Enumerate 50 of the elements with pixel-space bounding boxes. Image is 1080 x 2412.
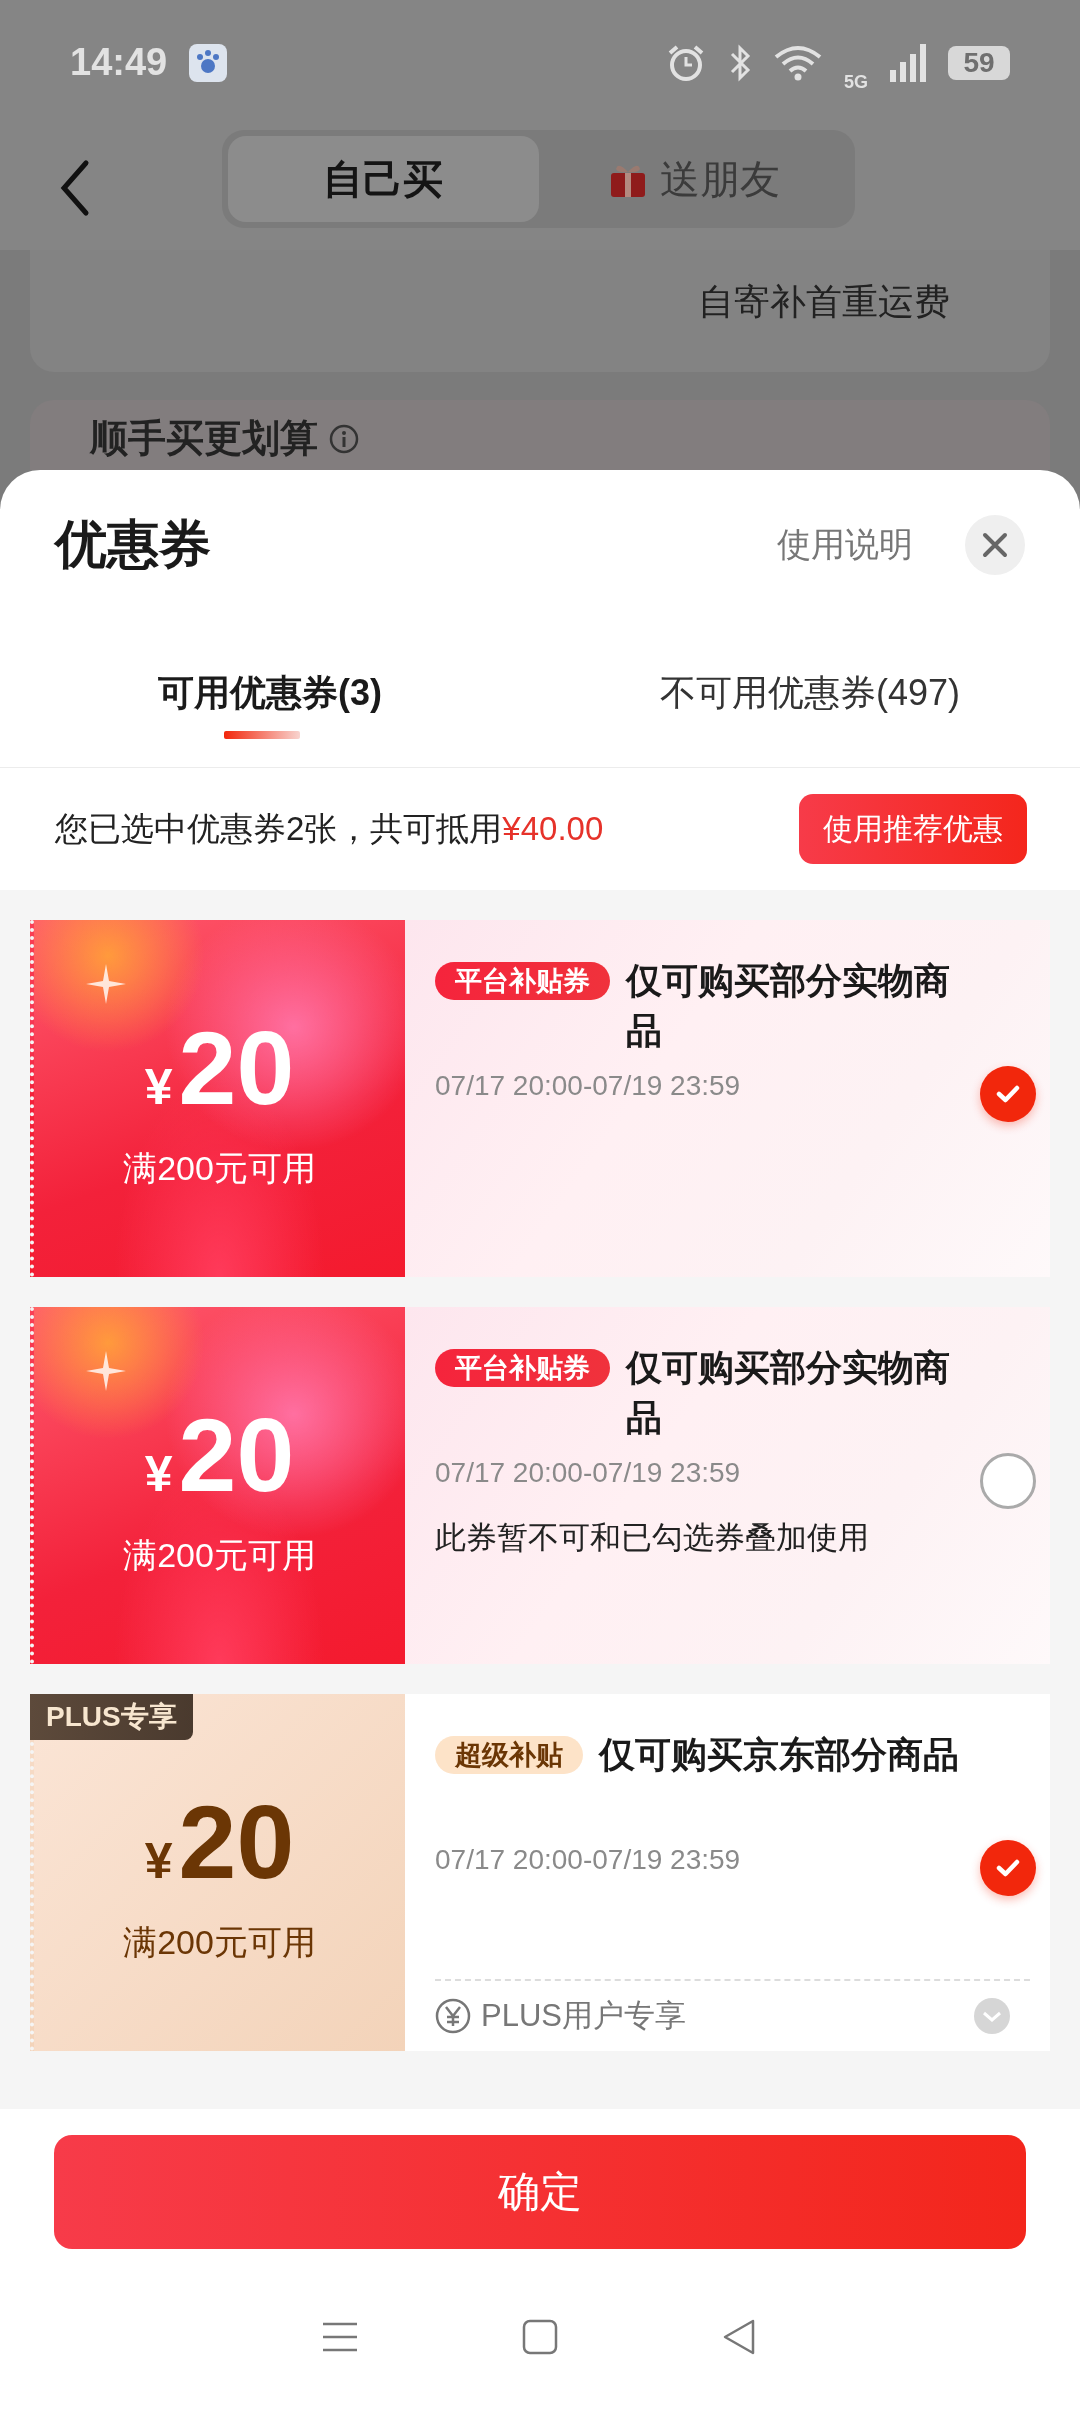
checked-circle[interactable] [979, 1066, 1036, 1122]
coupon-title: 仅可购买部分实物商品 [626, 1346, 951, 1440]
coupon-footer-text: PLUS用户专享 [481, 1997, 686, 2035]
coupon-condition: 满200元可用 [123, 1534, 316, 1576]
network-label: 5G [844, 72, 868, 93]
checked-circle[interactable] [979, 1840, 1036, 1896]
status-time: 14:49 [70, 41, 168, 84]
wifi-icon [774, 44, 822, 81]
coupon-validity: 07/17 20:00-07/19 23:59 [435, 1070, 742, 1102]
usage-help-link[interactable]: 使用说明 [777, 522, 913, 568]
sparkle-icon [86, 1351, 126, 1391]
bluetooth-icon [728, 43, 752, 82]
paw-app-icon [189, 43, 228, 82]
info-icon[interactable] [328, 422, 360, 455]
coupon-validity: 07/17 20:00-07/19 23:59 [435, 1844, 742, 1876]
coupon-condition: 满200元可用 [123, 1147, 316, 1189]
selection-summary: 您已选中优惠券2张，共可抵用¥40.00 [55, 808, 604, 849]
coupon-title: 仅可购买京东部分商品 [599, 1733, 960, 1777]
coupon-validity: 07/17 20:00-07/19 23:59 [435, 1457, 742, 1489]
battery-indicator: 59 [948, 45, 1010, 80]
coupon-note: 此券暂不可和已勾选券叠加使用 [435, 1519, 870, 1557]
coupon-info-panel[interactable]: 平台补贴券 仅可购买部分实物商品 07/17 20:00-07/19 23:59 [405, 920, 1050, 1277]
close-icon [982, 532, 1008, 558]
coupon-info-panel[interactable]: 超级补贴 仅可购买京东部分商品 07/17 20:00-07/19 23:59 PLUS用户专享 [405, 1694, 1050, 2051]
coupon-tag: 超级补贴 [435, 1736, 583, 1774]
bundle-title: 顺手买更划算 [90, 416, 318, 461]
coupon-tab[interactable]: 可用优惠券(3) [0, 620, 540, 767]
unchecked-circle[interactable] [979, 1453, 1036, 1509]
confirm-button[interactable]: 确定 [54, 2135, 1026, 2249]
sparkle-icon [86, 964, 126, 1004]
coupon-amount: 20 [178, 1402, 295, 1507]
coupon-info-panel[interactable]: 平台补贴券 仅可购买部分实物商品 07/17 20:00-07/19 23:59 此券暂不可和已勾选券叠加使用 [405, 1307, 1050, 1664]
back-icon[interactable] [60, 158, 90, 217]
coupon-amount: 20 [178, 1789, 295, 1894]
coupon-tab[interactable]: 不可用优惠券(497) [540, 620, 1080, 767]
coupon-tag: 平台补贴券 [435, 1349, 610, 1387]
coupon-condition: 满200元可用 [123, 1921, 316, 1963]
coupon-title: 仅可购买部分实物商品 [626, 959, 951, 1053]
signal-icon [890, 43, 926, 82]
currency-symbol: ¥ [144, 1831, 173, 1890]
yen-icon [435, 1998, 471, 2034]
sheet-title: 优惠券 [55, 514, 211, 575]
shipping-text: 自寄补首重运费 [698, 280, 950, 324]
currency-symbol: ¥ [144, 1444, 173, 1503]
coupon-amount: 20 [178, 1015, 295, 1120]
coupon-tag: 平台补贴券 [435, 962, 610, 1000]
recommend-button[interactable]: 使用推荐优惠 [799, 794, 1027, 864]
plus-badge: PLUS专享 [30, 1694, 193, 1740]
currency-symbol: ¥ [144, 1057, 173, 1116]
segment-tab[interactable]: 自己买 [228, 136, 539, 222]
